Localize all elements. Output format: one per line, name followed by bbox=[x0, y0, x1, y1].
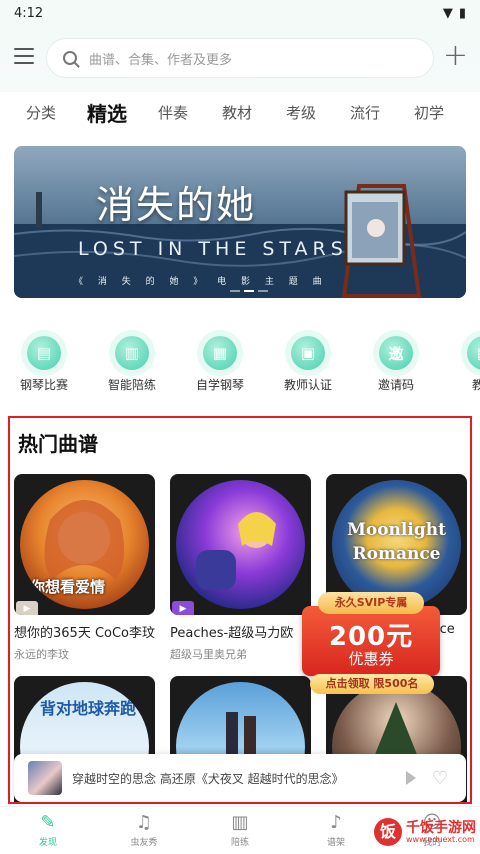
tab-textbook[interactable]: 教材 bbox=[214, 102, 260, 123]
banner-title: 消失的她 bbox=[96, 183, 257, 227]
nav-discover[interactable]: ✎ 发现 bbox=[0, 807, 96, 854]
play-icon: ▶ bbox=[172, 601, 194, 615]
tab-grade-exam[interactable]: 考级 bbox=[278, 102, 324, 123]
sheet-card[interactable]: 你想看爱情 ▶ 想你的365天 CoCo李玟 永远的李玟 bbox=[14, 474, 155, 662]
mini-player[interactable]: 穿越时空的思念 高还原《犬夜叉 超越时代的思念》 ♡ bbox=[14, 754, 466, 802]
sheet-subtitle: 永远的李玟 bbox=[14, 648, 69, 661]
category-tabs: 分类 精选 伴奏 教材 考级 流行 初学 古 bbox=[0, 92, 480, 132]
cover-text: 背对地球奔跑 bbox=[40, 699, 137, 718]
player-thumbnail bbox=[28, 761, 62, 795]
piano-icon: ▤ bbox=[27, 336, 61, 370]
heart-icon[interactable]: ♡ bbox=[432, 768, 448, 789]
search-input[interactable]: 曲谱、合集、作者及更多 bbox=[46, 38, 434, 78]
quick-teaching[interactable]: ▧ 教学 bbox=[440, 330, 480, 396]
sheet-cover: ▶ bbox=[170, 474, 311, 615]
sheet-cover: 你想看爱情 ▶ bbox=[14, 474, 155, 615]
cover-image bbox=[176, 480, 305, 609]
player-title: 穿越时空的思念 高还原《犬夜叉 超越时代的思念》 bbox=[72, 771, 344, 786]
carousel-dots bbox=[230, 290, 268, 292]
nav-show[interactable]: ♫ 虫友秀 bbox=[96, 807, 192, 854]
practice-icon: ▥ bbox=[115, 336, 149, 370]
quick-actions: ▤ 钢琴比赛 ▥ 智能陪练 ▦ 自学钢琴 ▣ 教师认证 邀 邀请码 ▧ 教学 bbox=[0, 330, 480, 396]
tab-featured[interactable]: 精选 bbox=[82, 98, 132, 129]
quick-self-study[interactable]: ▦ 自学钢琴 bbox=[176, 330, 264, 396]
promo-tag: 永久SVIP专属 bbox=[318, 592, 424, 614]
nav-stand[interactable]: ♪ 谱架 bbox=[288, 807, 384, 854]
banner[interactable]: 消失的她 LOST IN THE STARS 《 消 失 的 她 》 电 影 主… bbox=[14, 146, 466, 298]
watermark: 饭 千饭手游网 www.eduext.com bbox=[374, 818, 476, 846]
teach-icon: ▧ bbox=[467, 336, 480, 370]
quick-smart-practice[interactable]: ▥ 智能陪练 bbox=[88, 330, 176, 396]
invite-icon: 邀 bbox=[379, 336, 413, 370]
menu-icon[interactable] bbox=[14, 48, 34, 64]
certificate-icon: ▣ bbox=[291, 336, 325, 370]
sheet-card[interactable]: ▶ Peaches-超级马力欧 超级马里奥兄弟 bbox=[170, 474, 311, 662]
tab-pop[interactable]: 流行 bbox=[342, 102, 388, 123]
status-bar: 4:12 ▼ ▮ bbox=[0, 0, 480, 26]
watermark-url: www.eduext.com bbox=[406, 834, 475, 844]
claim-button[interactable]: 点击领取 限500名 bbox=[310, 674, 434, 694]
status-icons: ▼ ▮ bbox=[443, 6, 466, 21]
section-title: 热门曲谱 bbox=[18, 432, 98, 456]
keyboard-icon: ▥ bbox=[231, 812, 249, 833]
quick-invite-code[interactable]: 邀 邀请码 bbox=[352, 330, 440, 396]
piano-show-icon: ♫ bbox=[135, 812, 153, 833]
sheet-title: Peaches-超级马力欧 bbox=[170, 626, 294, 641]
quick-teacher-cert[interactable]: ▣ 教师认证 bbox=[264, 330, 352, 396]
tab-accompaniment[interactable]: 伴奏 bbox=[150, 102, 196, 123]
banner-caption: 《 消 失 的 她 》 电 影 主 题 曲 bbox=[74, 277, 328, 287]
sheet-subtitle: 超级马里奥兄弟 bbox=[170, 648, 247, 661]
search-placeholder: 曲谱、合集、作者及更多 bbox=[89, 52, 233, 68]
add-icon[interactable]: + bbox=[443, 41, 468, 71]
cover-image: Moonlight Romance bbox=[332, 480, 461, 609]
search-icon bbox=[63, 51, 77, 65]
top-bar: 曲谱、合集、作者及更多 + bbox=[0, 26, 480, 92]
cover-image: 你想看爱情 bbox=[20, 480, 149, 609]
play-icon: ▶ bbox=[16, 601, 38, 615]
tab-beginner[interactable]: 初学 bbox=[406, 102, 452, 123]
nav-practice[interactable]: ▥ 陪练 bbox=[192, 807, 288, 854]
book-icon: ▦ bbox=[203, 336, 237, 370]
banner-subtitle: LOST IN THE STARS bbox=[78, 238, 348, 260]
play-button-icon[interactable] bbox=[405, 771, 416, 785]
promo-coupon[interactable]: 永久SVIP专属 200元 优惠券 点击领取 限500名 bbox=[292, 592, 452, 696]
quick-piano-contest[interactable]: ▤ 钢琴比赛 bbox=[0, 330, 88, 396]
tab-category[interactable]: 分类 bbox=[18, 102, 64, 123]
wifi-icon: ▼ bbox=[442, 5, 453, 21]
clock: 4:12 bbox=[14, 5, 44, 21]
cover-text: Moonlight Romance bbox=[347, 520, 446, 564]
sheet-title: 想你的365天 CoCo李玟 bbox=[14, 626, 155, 641]
music-stand-icon: ♪ bbox=[330, 812, 342, 833]
promo-coupon-label: 优惠券 bbox=[348, 650, 394, 668]
cover-text: 你想看爱情 bbox=[30, 578, 106, 596]
battery-icon: ▮ bbox=[458, 5, 466, 21]
tab-classical[interactable]: 古 bbox=[470, 102, 480, 123]
discover-icon: ✎ bbox=[40, 812, 56, 833]
watermark-logo: 饭 bbox=[374, 818, 402, 846]
watermark-name: 千饭手游网 bbox=[406, 819, 476, 836]
